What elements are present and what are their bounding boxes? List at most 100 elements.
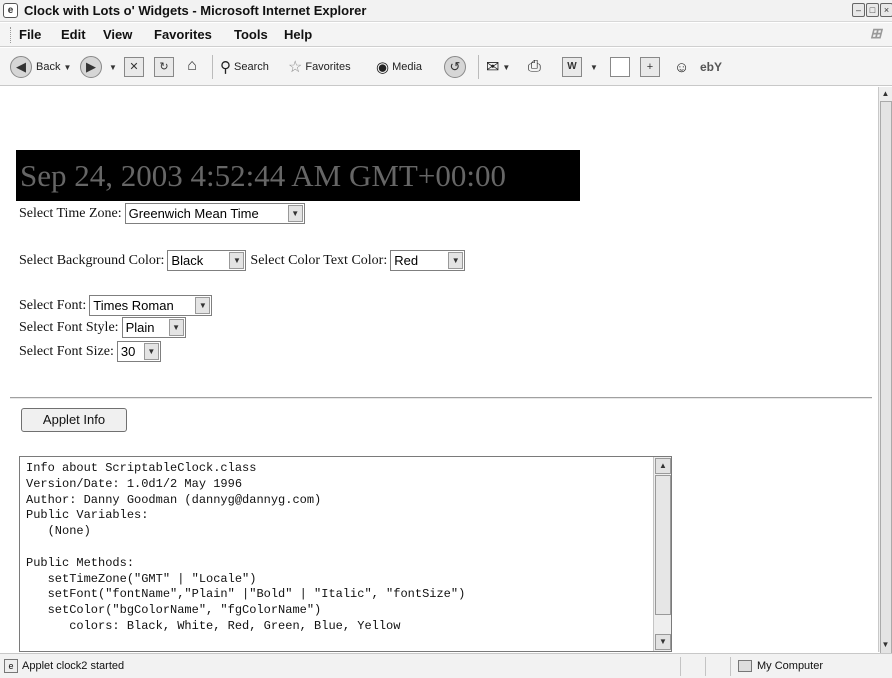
favorites-button[interactable]: ☆ Favorites: [288, 55, 351, 79]
textarea-scroll-thumb[interactable]: [655, 475, 671, 615]
menu-favorites[interactable]: Favorites: [154, 27, 212, 42]
chevron-down-icon[interactable]: ▼: [448, 252, 464, 269]
scroll-down-icon[interactable]: ▼: [879, 638, 892, 652]
font-style-value: Plain: [125, 320, 155, 335]
back-dropdown-icon[interactable]: ▼: [63, 63, 71, 72]
chevron-down-icon[interactable]: ▼: [229, 252, 245, 269]
bg-color-select[interactable]: Black ▼: [167, 250, 247, 271]
forward-arrow-icon: ▶: [80, 56, 102, 78]
edit-button[interactable]: W ▼: [562, 55, 598, 79]
toolbar: ◀ Back ▼ ▶ ▼ ✕ ↻ ⌂ ⚲ Search ☆ Favorites …: [0, 48, 892, 86]
messenger-icon: +: [640, 57, 660, 77]
textarea-scrollbar[interactable]: ▲ ▼: [653, 457, 671, 651]
media-label: Media: [392, 61, 423, 73]
scroll-up-icon[interactable]: ▲: [655, 458, 671, 474]
bg-color-label: Select Background Color:: [19, 252, 165, 268]
search-button[interactable]: ⚲ Search: [220, 55, 269, 79]
close-icon[interactable]: ×: [880, 3, 892, 17]
home-button[interactable]: ⌂: [182, 55, 202, 79]
timezone-value: Greenwich Mean Time: [128, 206, 259, 221]
discuss-icon: [610, 57, 630, 77]
refresh-icon: ↻: [154, 57, 174, 77]
menu-edit[interactable]: Edit: [61, 27, 86, 42]
font-select[interactable]: Times Roman ▼: [89, 295, 213, 316]
text-color-select[interactable]: Red ▼: [390, 250, 466, 271]
stop-button[interactable]: ✕: [124, 55, 144, 79]
menu-grip[interactable]: [10, 27, 12, 43]
font-size-row: Select Font Size: 30 ▼: [19, 341, 161, 362]
home-icon: ⌂: [187, 57, 197, 74]
back-arrow-icon: ◀: [10, 56, 32, 78]
font-value: Times Roman: [93, 298, 174, 313]
back-label: Back: [36, 61, 61, 73]
text-color-label: Select Color Text Color:: [250, 252, 388, 268]
maximize-icon[interactable]: □: [866, 3, 879, 17]
forward-button[interactable]: ▶ ▼: [80, 55, 117, 79]
computer-icon: [738, 660, 752, 672]
applet-info-text: Info about ScriptableClock.class Version…: [26, 461, 466, 633]
color-row: Select Background Color: Black ▼ Select …: [19, 250, 466, 271]
status-pane-divider-2: [705, 657, 706, 676]
font-size-label: Select Font Size:: [19, 343, 114, 359]
search-icon: ⚲: [220, 59, 231, 76]
research-icon: ☺: [674, 58, 690, 76]
menu-tools[interactable]: Tools: [234, 27, 268, 42]
media-button[interactable]: ◉ Media: [376, 55, 422, 79]
page-icon: e: [4, 659, 18, 673]
chevron-down-icon[interactable]: ▼: [143, 343, 159, 360]
title-bar: e Clock with Lots o' Widgets - Microsoft…: [0, 0, 892, 22]
scroll-down-icon[interactable]: ▼: [655, 634, 671, 650]
font-size-select[interactable]: 30 ▼: [116, 341, 161, 362]
minimize-icon[interactable]: –: [852, 3, 865, 17]
forward-dropdown-icon[interactable]: ▼: [109, 63, 117, 72]
stop-icon: ✕: [124, 57, 144, 77]
word-edit-icon: W: [562, 57, 582, 77]
font-style-select[interactable]: Plain ▼: [121, 317, 186, 338]
applet-info-button[interactable]: Applet Info: [21, 408, 127, 432]
menu-bar: File Edit View Favorites Tools Help ⊞: [0, 23, 892, 47]
window-title: Clock with Lots o' Widgets - Microsoft I…: [24, 3, 367, 18]
timezone-label: Select Time Zone:: [19, 205, 122, 221]
history-button[interactable]: ↺: [444, 55, 466, 79]
ie-icon[interactable]: e: [3, 3, 18, 18]
status-text: Applet clock2 started: [22, 660, 125, 672]
ebay-button[interactable]: ebY: [700, 55, 722, 79]
menu-help[interactable]: Help: [284, 27, 312, 42]
applet-info-textarea[interactable]: Info about ScriptableClock.class Version…: [19, 456, 672, 652]
print-icon: ⎙: [528, 58, 541, 75]
chevron-down-icon[interactable]: ▼: [287, 205, 303, 222]
timezone-select[interactable]: Greenwich Mean Time ▼: [124, 203, 305, 224]
history-icon: ↺: [444, 56, 466, 78]
chevron-down-icon[interactable]: ▼: [195, 297, 211, 314]
menu-view[interactable]: View: [103, 27, 132, 42]
timezone-row: Select Time Zone: Greenwich Mean Time ▼: [19, 203, 305, 224]
refresh-button[interactable]: ↻: [154, 55, 174, 79]
window-controls: – □ ×: [852, 3, 892, 19]
chevron-down-icon[interactable]: ▼: [168, 319, 184, 336]
mail-dropdown-icon[interactable]: ▼: [502, 63, 510, 72]
font-label: Select Font:: [19, 297, 87, 313]
research-button[interactable]: ☺: [674, 55, 689, 79]
font-style-label: Select Font Style:: [19, 319, 119, 335]
menu-file[interactable]: File: [19, 27, 41, 42]
font-size-value: 30: [120, 344, 136, 359]
status-pane-divider-3: [730, 657, 731, 676]
mail-button[interactable]: ✉ ▼: [486, 55, 510, 79]
media-icon: ◉: [376, 59, 390, 76]
bg-color-value: Black: [171, 253, 204, 268]
discuss-button[interactable]: [610, 55, 630, 79]
security-zone[interactable]: My Computer: [738, 660, 823, 672]
divider: [10, 397, 872, 399]
page-scrollbar[interactable]: ▲ ▼: [878, 87, 892, 661]
clock-applet[interactable]: Sep 24, 2003 4:52:44 AM GMT+00:00: [16, 150, 580, 201]
page-scroll-thumb[interactable]: [880, 101, 892, 661]
font-row: Select Font: Times Roman ▼: [19, 295, 213, 316]
text-color-value: Red: [394, 253, 419, 268]
edit-dropdown-icon[interactable]: ▼: [590, 63, 598, 72]
print-button[interactable]: ⎙: [528, 55, 541, 79]
scroll-up-icon[interactable]: ▲: [879, 87, 892, 101]
search-label: Search: [234, 61, 269, 73]
mail-icon: ✉: [486, 59, 500, 76]
messenger-button[interactable]: +: [640, 55, 660, 79]
back-button[interactable]: ◀ Back ▼: [10, 55, 71, 79]
